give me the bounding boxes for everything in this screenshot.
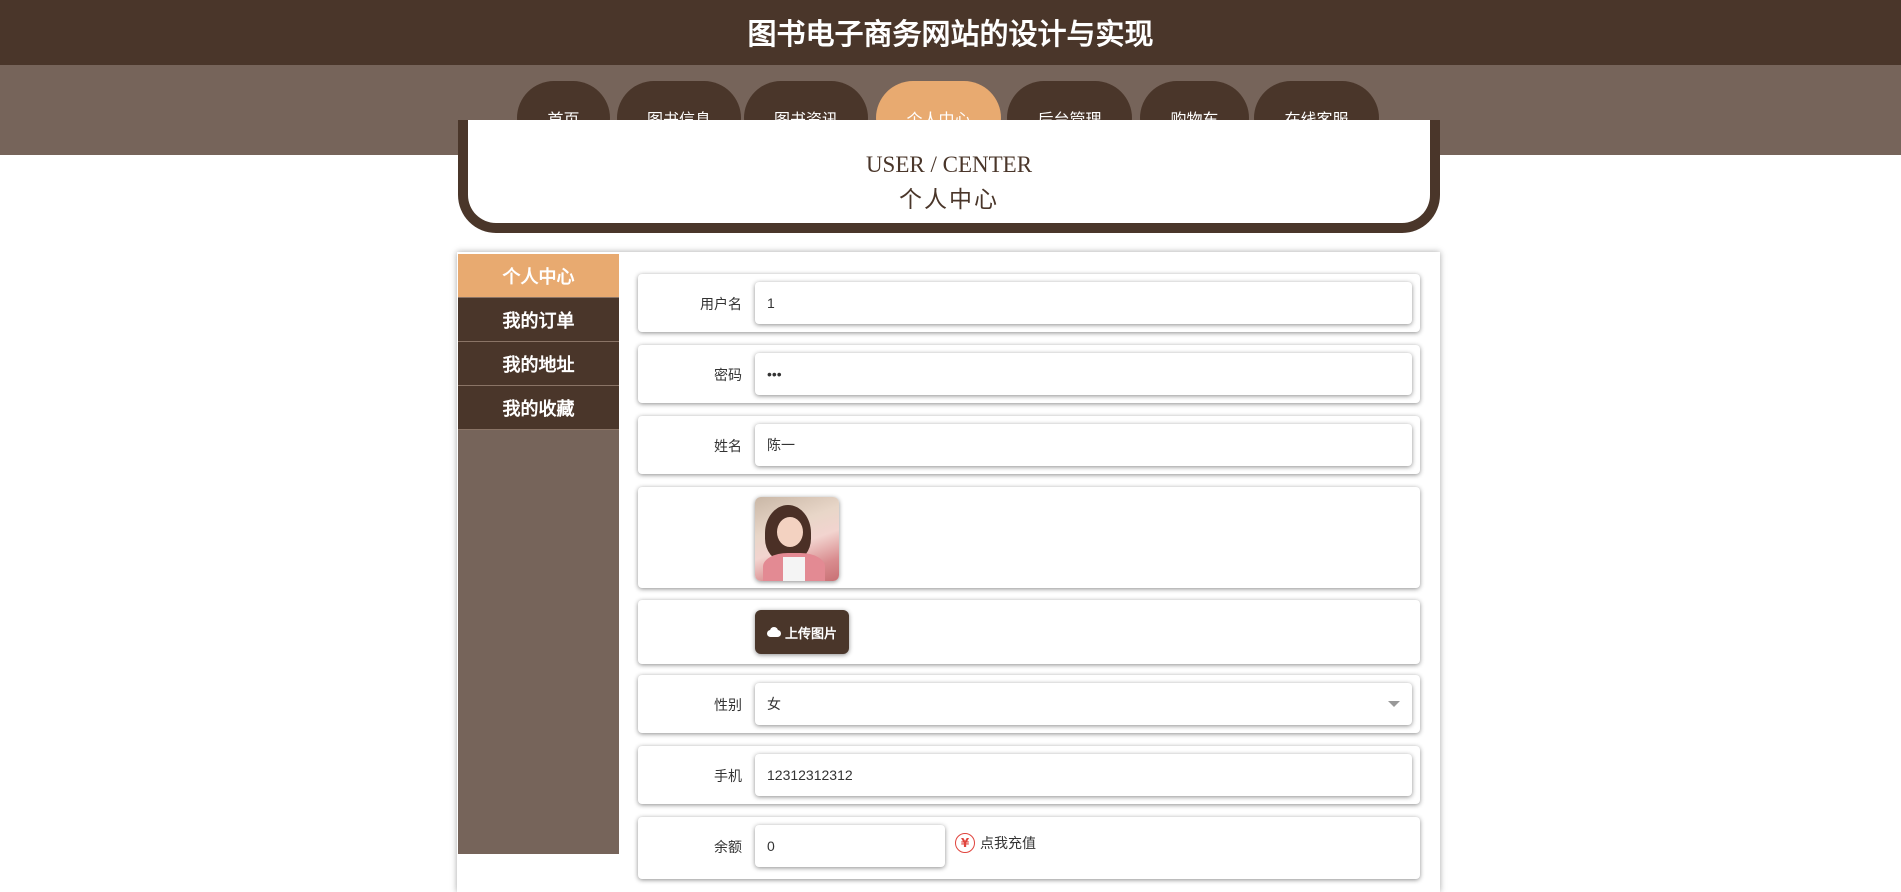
phone-label: 手机 bbox=[714, 769, 742, 785]
page-banner: USER / CENTER 个人中心 bbox=[458, 120, 1440, 233]
banner-title-en: USER / CENTER bbox=[865, 152, 1033, 177]
gender-select[interactable]: 女 bbox=[755, 683, 1412, 725]
yen-icon: ¥ bbox=[955, 833, 975, 853]
name-input[interactable] bbox=[755, 424, 1412, 466]
sidebar-item-user-center[interactable]: 个人中心 bbox=[458, 254, 619, 298]
recharge-link[interactable]: ¥ 点我充值 bbox=[955, 833, 1036, 853]
site-title: 图书电子商务网站的设计与实现 bbox=[747, 16, 1154, 51]
avatar-row bbox=[638, 487, 1420, 588]
upload-image-button[interactable]: 上传图片 bbox=[755, 610, 849, 654]
sidebar-item-orders[interactable]: 我的订单 bbox=[458, 298, 619, 342]
phone-row: 手机 bbox=[638, 746, 1420, 804]
avatar-shirt bbox=[783, 557, 805, 581]
sidebar-item-addresses[interactable]: 我的地址 bbox=[458, 342, 619, 386]
upload-row: 上传图片 bbox=[638, 600, 1420, 664]
sidebar: 个人中心 我的订单 我的地址 我的收藏 bbox=[458, 254, 619, 854]
sidebar-item-favorites[interactable]: 我的收藏 bbox=[458, 386, 619, 430]
name-row: 姓名 bbox=[638, 416, 1420, 474]
balance-label: 余额 bbox=[714, 840, 742, 856]
gender-label: 性别 bbox=[714, 698, 742, 714]
username-input[interactable] bbox=[755, 282, 1412, 324]
banner-title-zh: 个人中心 bbox=[899, 187, 999, 213]
avatar bbox=[755, 497, 839, 581]
gender-row: 性别 女 bbox=[638, 675, 1420, 733]
balance-input[interactable] bbox=[755, 825, 945, 867]
site-header: 图书电子商务网站的设计与实现 bbox=[0, 0, 1901, 65]
gender-selected-value: 女 bbox=[767, 696, 781, 712]
upload-image-label: 上传图片 bbox=[784, 626, 837, 642]
avatar-face bbox=[777, 517, 803, 547]
password-label: 密码 bbox=[714, 368, 742, 384]
balance-row: 余额 ¥ 点我充值 bbox=[638, 817, 1420, 879]
cloud-upload-icon bbox=[766, 627, 781, 637]
password-row: 密码 bbox=[638, 345, 1420, 403]
username-row: 用户名 bbox=[638, 274, 1420, 332]
name-label: 姓名 bbox=[714, 439, 742, 455]
chevron-down-icon bbox=[1388, 701, 1400, 707]
password-input[interactable] bbox=[755, 353, 1412, 395]
recharge-label: 点我充值 bbox=[980, 836, 1036, 852]
username-label: 用户名 bbox=[700, 297, 742, 313]
phone-input[interactable] bbox=[755, 754, 1412, 796]
